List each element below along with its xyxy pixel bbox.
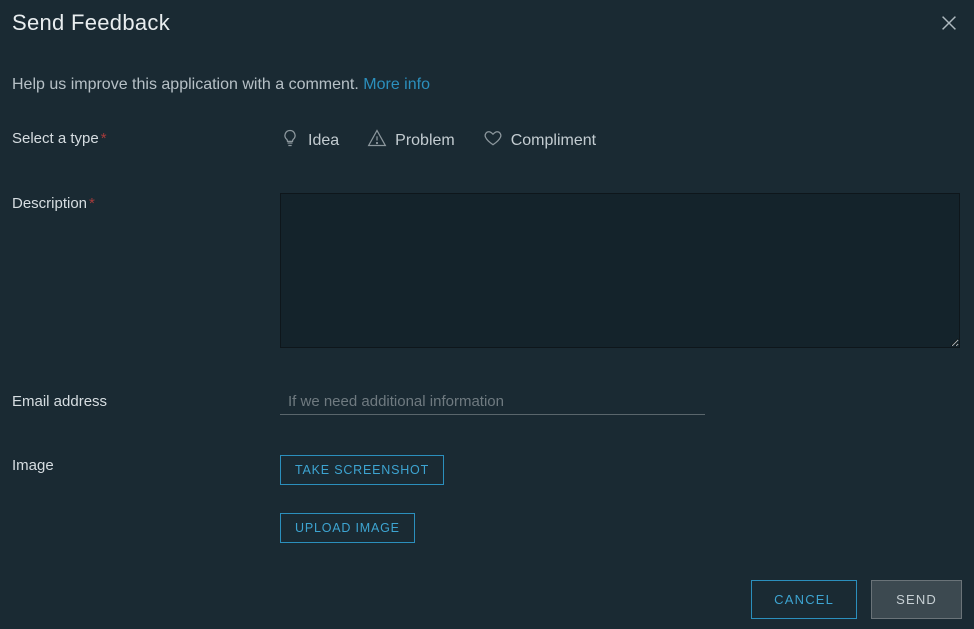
select-type-label: Select a type* bbox=[12, 128, 280, 147]
help-text-content: Help us improve this application with a … bbox=[12, 76, 363, 93]
email-field[interactable] bbox=[280, 391, 705, 415]
description-label: Description* bbox=[12, 193, 280, 212]
lightbulb-icon bbox=[280, 128, 300, 153]
send-button[interactable]: SEND bbox=[871, 580, 962, 619]
description-textarea[interactable] bbox=[280, 193, 960, 348]
heart-icon bbox=[483, 128, 503, 153]
required-marker: * bbox=[89, 195, 95, 212]
type-idea-label: Idea bbox=[308, 132, 339, 150]
image-label: Image bbox=[12, 455, 280, 474]
type-idea[interactable]: Idea bbox=[280, 128, 339, 153]
take-screenshot-button[interactable]: TAKE SCREENSHOT bbox=[280, 455, 444, 485]
close-icon bbox=[938, 21, 960, 37]
close-button[interactable] bbox=[938, 12, 960, 34]
type-problem-label: Problem bbox=[395, 132, 455, 150]
required-marker: * bbox=[101, 130, 107, 147]
warning-icon bbox=[367, 128, 387, 153]
more-info-link[interactable]: More info bbox=[363, 76, 430, 93]
type-problem[interactable]: Problem bbox=[367, 128, 455, 153]
type-compliment[interactable]: Compliment bbox=[483, 128, 596, 153]
cancel-button[interactable]: CANCEL bbox=[751, 580, 857, 619]
dialog-title: Send Feedback bbox=[12, 10, 962, 36]
email-label: Email address bbox=[12, 391, 280, 410]
upload-image-button[interactable]: UPLOAD IMAGE bbox=[280, 513, 415, 543]
help-text: Help us improve this application with a … bbox=[12, 76, 962, 94]
type-compliment-label: Compliment bbox=[511, 132, 596, 150]
dialog-actions: CANCEL SEND bbox=[751, 580, 962, 619]
